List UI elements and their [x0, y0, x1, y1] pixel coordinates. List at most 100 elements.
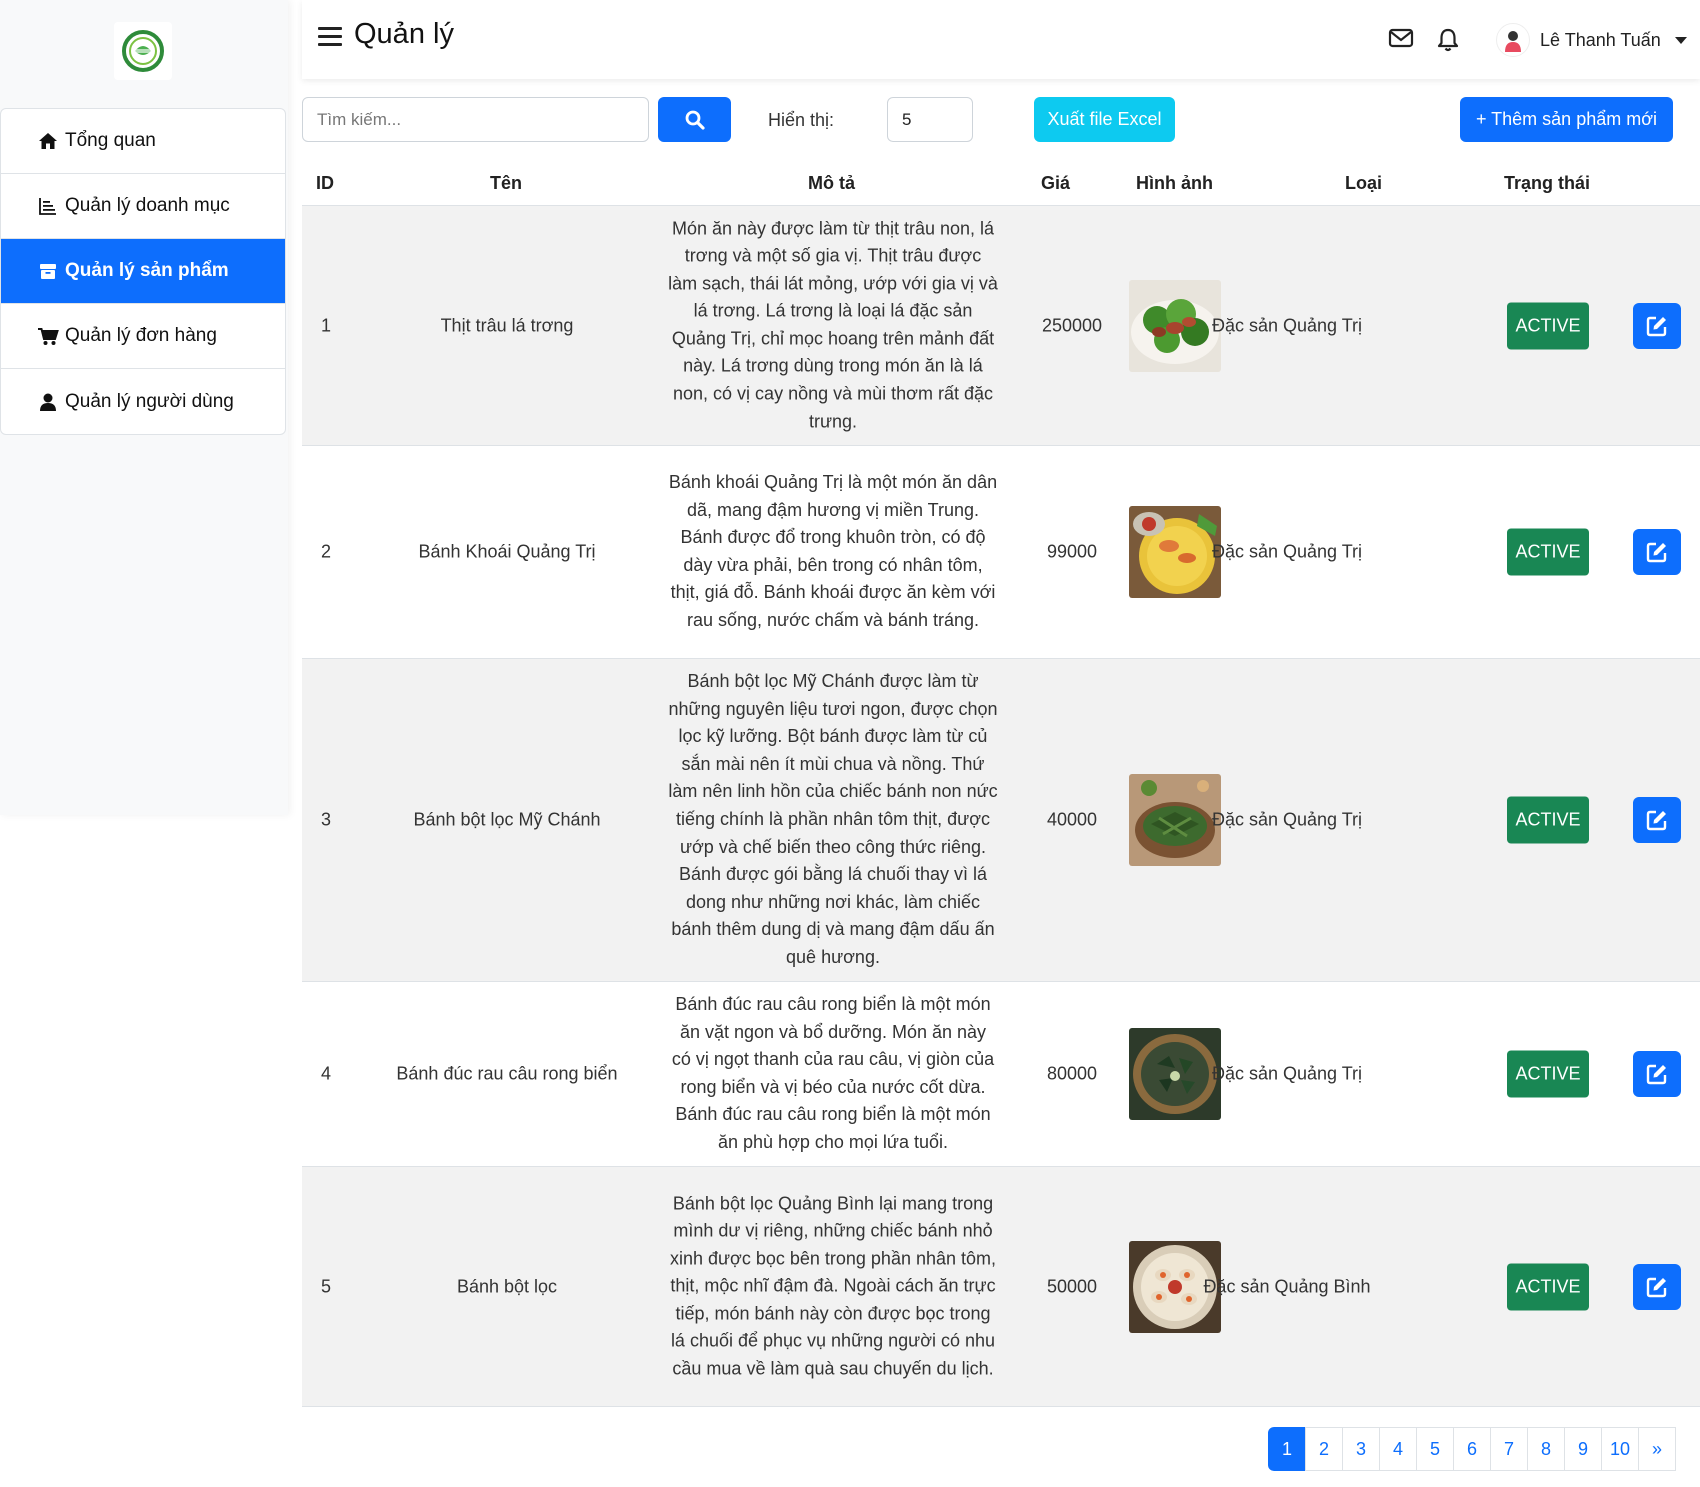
sidebar-item-label: Quản lý doanh mục	[65, 195, 230, 216]
products-table: ID Tên Mô tả Giá Hình ảnh Loại Trạng thá…	[302, 160, 1700, 1407]
status-badge[interactable]: ACTIVE	[1507, 1263, 1589, 1310]
page-link-10[interactable]: 10	[1601, 1427, 1640, 1471]
cart-icon	[37, 325, 59, 347]
edit-icon	[1646, 1277, 1667, 1297]
row-description: Bánh bột lọc Mỹ Chánh được làm từ những …	[668, 671, 998, 968]
edit-button[interactable]	[1633, 797, 1681, 843]
table-row: 5 Bánh bột lọc Bánh bột lọc Quảng Bình l…	[302, 1167, 1700, 1407]
bell-icon[interactable]	[1436, 27, 1462, 53]
row-name: Bánh đúc rau câu rong biển	[396, 1063, 618, 1084]
table-row: 2 Bánh Khoái Quảng Trị Bánh khoái Quảng …	[302, 446, 1700, 659]
page-size-input[interactable]	[887, 97, 973, 142]
edit-button[interactable]	[1633, 1263, 1681, 1310]
logo-icon	[122, 30, 164, 72]
column-header-name: Tên	[490, 173, 523, 193]
page-link-4[interactable]: 4	[1379, 1427, 1417, 1471]
sidebar-item-orders[interactable]: Quản lý đơn hàng	[1, 304, 285, 369]
row-price: 50000	[1046, 1276, 1098, 1296]
page-link-7[interactable]: 7	[1490, 1427, 1528, 1471]
sidebar-item-label: Quản lý sản phẩm	[65, 260, 229, 281]
user-name: Lê Thanh Tuấn	[1540, 29, 1661, 50]
row-description: Món ăn này được làm từ thịt trâu non, lá…	[668, 218, 998, 432]
chart-icon	[37, 195, 59, 217]
sidebar-item-label: Tổng quan	[65, 130, 156, 151]
sidebar-item-categories[interactable]: Quản lý doanh mục	[1, 174, 285, 239]
page-link-5[interactable]: 5	[1416, 1427, 1454, 1471]
mail-icon[interactable]	[1388, 27, 1414, 53]
edit-button[interactable]	[1633, 1051, 1681, 1097]
sidebar-item-label: Quản lý đơn hàng	[65, 325, 217, 346]
user-menu[interactable]: Lê Thanh Tuấn	[1496, 22, 1687, 58]
row-name: Thịt trâu lá trơng	[440, 315, 574, 335]
row-category: Đặc sản Quảng Trị	[1211, 809, 1363, 830]
row-id: 1	[321, 315, 332, 335]
top-header: Quản lý Lê Thanh Tuấn	[302, 0, 1700, 79]
sidebar-nav: Tổng quan Quản lý doanh mục Quản lý sản …	[0, 108, 286, 435]
column-header-status: Trạng thái	[1504, 173, 1591, 193]
row-category: Đặc sản Quảng Trị	[1211, 1063, 1363, 1084]
page-link-6[interactable]: 6	[1453, 1427, 1491, 1471]
sidebar-item-overview[interactable]: Tổng quan	[1, 109, 285, 174]
edit-button[interactable]	[1633, 302, 1681, 349]
column-header-description: Mô tả	[808, 173, 855, 193]
row-description: Bánh đúc rau câu rong biển là một món ăn…	[671, 994, 995, 1153]
edit-icon	[1646, 542, 1667, 563]
export-excel-button[interactable]: Xuất file Excel	[1034, 97, 1175, 142]
menu-toggle-icon[interactable]	[318, 27, 342, 49]
status-badge[interactable]: ACTIVE	[1507, 796, 1589, 844]
row-id: 3	[321, 809, 332, 830]
table-row: 4 Bánh đúc rau câu rong biển Bánh đúc ra…	[302, 982, 1700, 1167]
status-badge[interactable]: ACTIVE	[1507, 1050, 1589, 1098]
page-link-3[interactable]: 3	[1342, 1427, 1380, 1471]
row-category: Đặc sản Quảng Trị	[1211, 315, 1363, 335]
row-price: 40000	[1046, 809, 1098, 830]
row-price: 80000	[1046, 1063, 1098, 1084]
row-category: Đặc sản Quảng Trị	[1211, 541, 1363, 562]
row-name: Bánh bột lọc Mỹ Chánh	[413, 809, 601, 830]
row-description: Bánh bột lọc Quảng Bình lại mang trong m…	[669, 1192, 997, 1379]
status-badge[interactable]: ACTIVE	[1507, 528, 1589, 576]
row-price: 99000	[1046, 541, 1098, 562]
sidebar-item-label: Quản lý người dùng	[65, 390, 234, 412]
sidebar: Tổng quan Quản lý doanh mục Quản lý sản …	[0, 0, 288, 815]
row-price: 250000	[1041, 315, 1103, 335]
edit-icon	[1646, 1064, 1667, 1085]
logo[interactable]	[114, 22, 172, 80]
edit-button[interactable]	[1633, 529, 1681, 575]
page-title: Quản lý	[354, 18, 454, 50]
search-input[interactable]	[302, 97, 649, 142]
user-icon	[37, 391, 59, 413]
avatar	[1496, 23, 1530, 57]
sidebar-item-users[interactable]: Quản lý người dùng	[1, 369, 285, 434]
search-icon	[685, 110, 705, 130]
page-link-2[interactable]: 2	[1305, 1427, 1343, 1471]
row-id: 5	[321, 1276, 332, 1296]
row-id: 4	[321, 1063, 332, 1084]
column-header-category: Loại	[1345, 173, 1383, 193]
page-link-8[interactable]: 8	[1527, 1427, 1565, 1471]
pagination: 1 2 3 4 5 6 7 8 9 10 »	[1268, 1427, 1677, 1471]
page-size-label: Hiển thị:	[768, 110, 835, 130]
search-button[interactable]	[658, 97, 731, 142]
edit-icon	[1646, 316, 1667, 336]
add-product-button[interactable]: + Thêm sản phẩm mới	[1460, 97, 1673, 142]
sidebar-item-products[interactable]: Quản lý sản phẩm	[1, 239, 285, 304]
box-icon	[37, 260, 59, 282]
row-category: Đặc sản Quảng Bình	[1203, 1276, 1371, 1296]
column-header-id: ID	[316, 173, 334, 193]
status-badge[interactable]: ACTIVE	[1507, 302, 1589, 349]
page-link-9[interactable]: 9	[1564, 1427, 1602, 1471]
row-id: 2	[321, 541, 332, 562]
page-link-1[interactable]: 1	[1268, 1427, 1306, 1471]
chevron-down-icon	[1674, 36, 1687, 44]
row-description: Bánh khoái Quảng Trị là một món ăn dân d…	[668, 472, 998, 631]
column-header-image: Hình ảnh	[1136, 173, 1213, 193]
table-header: ID Tên Mô tả Giá Hình ảnh Loại Trạng thá…	[302, 160, 1700, 206]
row-name: Bánh Khoái Quảng Trị	[418, 541, 596, 562]
row-name: Bánh bột lọc	[456, 1276, 558, 1296]
table-row: 3 Bánh bột lọc Mỹ Chánh Bánh bột lọc Mỹ …	[302, 659, 1700, 982]
edit-icon	[1646, 810, 1667, 831]
column-header-price: Giá	[1041, 173, 1071, 193]
page-next-button[interactable]: »	[1638, 1427, 1677, 1471]
table-row: 1 Thịt trâu lá trơng Món ăn này được làm…	[302, 206, 1700, 446]
